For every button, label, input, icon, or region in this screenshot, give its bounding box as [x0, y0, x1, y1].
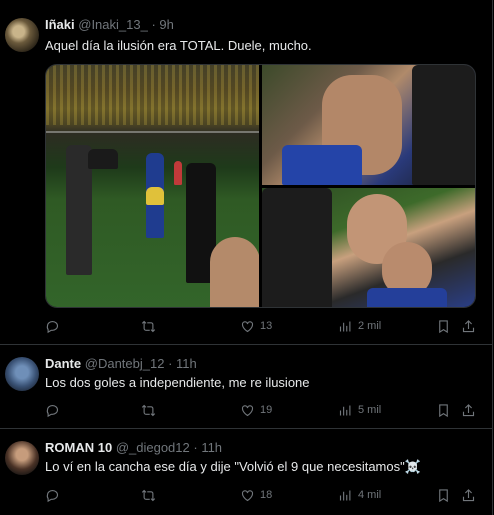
tweet-actions: 18 4 mil: [45, 486, 477, 504]
reply-icon: [46, 404, 59, 417]
like-button[interactable]: 13: [240, 317, 272, 335]
figure-boy-shirt: [367, 288, 447, 307]
share-button[interactable]: [461, 317, 476, 335]
timestamp[interactable]: · 11h: [168, 356, 197, 371]
retweet-icon: [141, 489, 156, 501]
bookmark-icon: [439, 319, 448, 333]
display-name[interactable]: ROMAN 10: [45, 440, 112, 455]
handle[interactable]: @_diegod12: [116, 440, 190, 455]
bookmark-icon: [439, 488, 448, 502]
views-button[interactable]: 5 mil: [338, 401, 381, 419]
retweet-icon: [141, 404, 156, 416]
heart-icon: [241, 404, 254, 416]
figure-shorts: [282, 145, 362, 185]
tweet[interactable]: Iñaki @Inaki_13_ · 9h Aquel día la ilusi…: [0, 0, 492, 345]
views-button[interactable]: 4 mil: [338, 486, 381, 504]
timestamp[interactable]: · 9h: [151, 17, 173, 32]
share-button[interactable]: [461, 486, 476, 504]
timeline: Iñaki @Inaki_13_ · 9h Aquel día la ilusi…: [0, 0, 494, 515]
bookmark-icon: [439, 403, 448, 417]
media-grid[interactable]: [45, 64, 476, 308]
tweet-header: ROMAN 10 @_diegod12 · 11h: [45, 440, 222, 455]
views-button[interactable]: 2 mil: [338, 317, 381, 335]
figure-camera: [88, 149, 118, 169]
views-count: 5 mil: [358, 404, 382, 416]
views-count: 2 mil: [358, 320, 382, 332]
like-button[interactable]: 19: [240, 401, 272, 419]
retweet-icon: [141, 320, 156, 332]
views-icon: [339, 490, 351, 500]
stadium-stands: [46, 65, 259, 125]
tweet-text: Los dos goles a independiente, me re ilu…: [45, 375, 310, 390]
avatar[interactable]: [5, 18, 39, 52]
reply-button[interactable]: [45, 486, 60, 504]
display-name[interactable]: Iñaki: [45, 17, 75, 32]
reply-icon: [46, 320, 59, 333]
bookmark-button[interactable]: [436, 317, 451, 335]
reply-button[interactable]: [45, 401, 60, 419]
figure-player-shorts: [146, 187, 164, 205]
retweet-button[interactable]: [141, 486, 156, 504]
tweet-header: Iñaki @Inaki_13_ · 9h: [45, 17, 174, 32]
pitch-line: [46, 131, 259, 133]
like-button[interactable]: 18: [240, 486, 272, 504]
photo-celebration[interactable]: [262, 65, 475, 185]
tweet-header: Dante @Dantebj_12 · 11h: [45, 356, 197, 371]
views-icon: [339, 405, 351, 415]
views-icon: [339, 321, 351, 331]
figure-crowd: [412, 65, 475, 185]
bookmark-button[interactable]: [436, 486, 451, 504]
tweet-actions: 19 5 mil: [45, 401, 477, 419]
share-button[interactable]: [461, 401, 476, 419]
heart-icon: [241, 489, 254, 501]
tweet-text: Lo ví en la cancha ese día y dije "Volvi…: [45, 459, 421, 474]
avatar[interactable]: [5, 357, 39, 391]
like-count: 13: [260, 320, 273, 332]
tweet[interactable]: Dante @Dantebj_12 · 11h Los dos goles a …: [0, 345, 492, 429]
share-icon: [462, 319, 475, 332]
heart-icon: [241, 320, 254, 332]
views-count: 4 mil: [358, 489, 382, 501]
reply-icon: [46, 489, 59, 502]
display-name[interactable]: Dante: [45, 356, 81, 371]
share-icon: [462, 403, 475, 416]
tweet-actions: 13 2 mil: [45, 317, 477, 335]
tweet-text: Aquel día la ilusión era TOTAL. Duele, m…: [45, 38, 312, 53]
bookmark-button[interactable]: [436, 401, 451, 419]
handle[interactable]: @Inaki_13_: [78, 17, 148, 32]
tweet[interactable]: ROMAN 10 @_diegod12 · 11h Lo ví en la ca…: [0, 429, 492, 515]
photo-hug[interactable]: [262, 188, 475, 307]
figure-official: [174, 161, 182, 185]
figure-legs: [262, 188, 332, 307]
timeline-border: [492, 0, 493, 515]
share-icon: [462, 488, 475, 501]
reply-button[interactable]: [45, 317, 60, 335]
like-count: 18: [260, 489, 273, 501]
timestamp[interactable]: · 11h: [193, 440, 222, 455]
retweet-button[interactable]: [141, 317, 156, 335]
like-count: 19: [260, 404, 273, 416]
avatar[interactable]: [5, 441, 39, 475]
handle[interactable]: @Dantebj_12: [85, 356, 165, 371]
photo-stadium[interactable]: [46, 65, 259, 307]
retweet-button[interactable]: [141, 401, 156, 419]
figure-head: [210, 237, 259, 307]
